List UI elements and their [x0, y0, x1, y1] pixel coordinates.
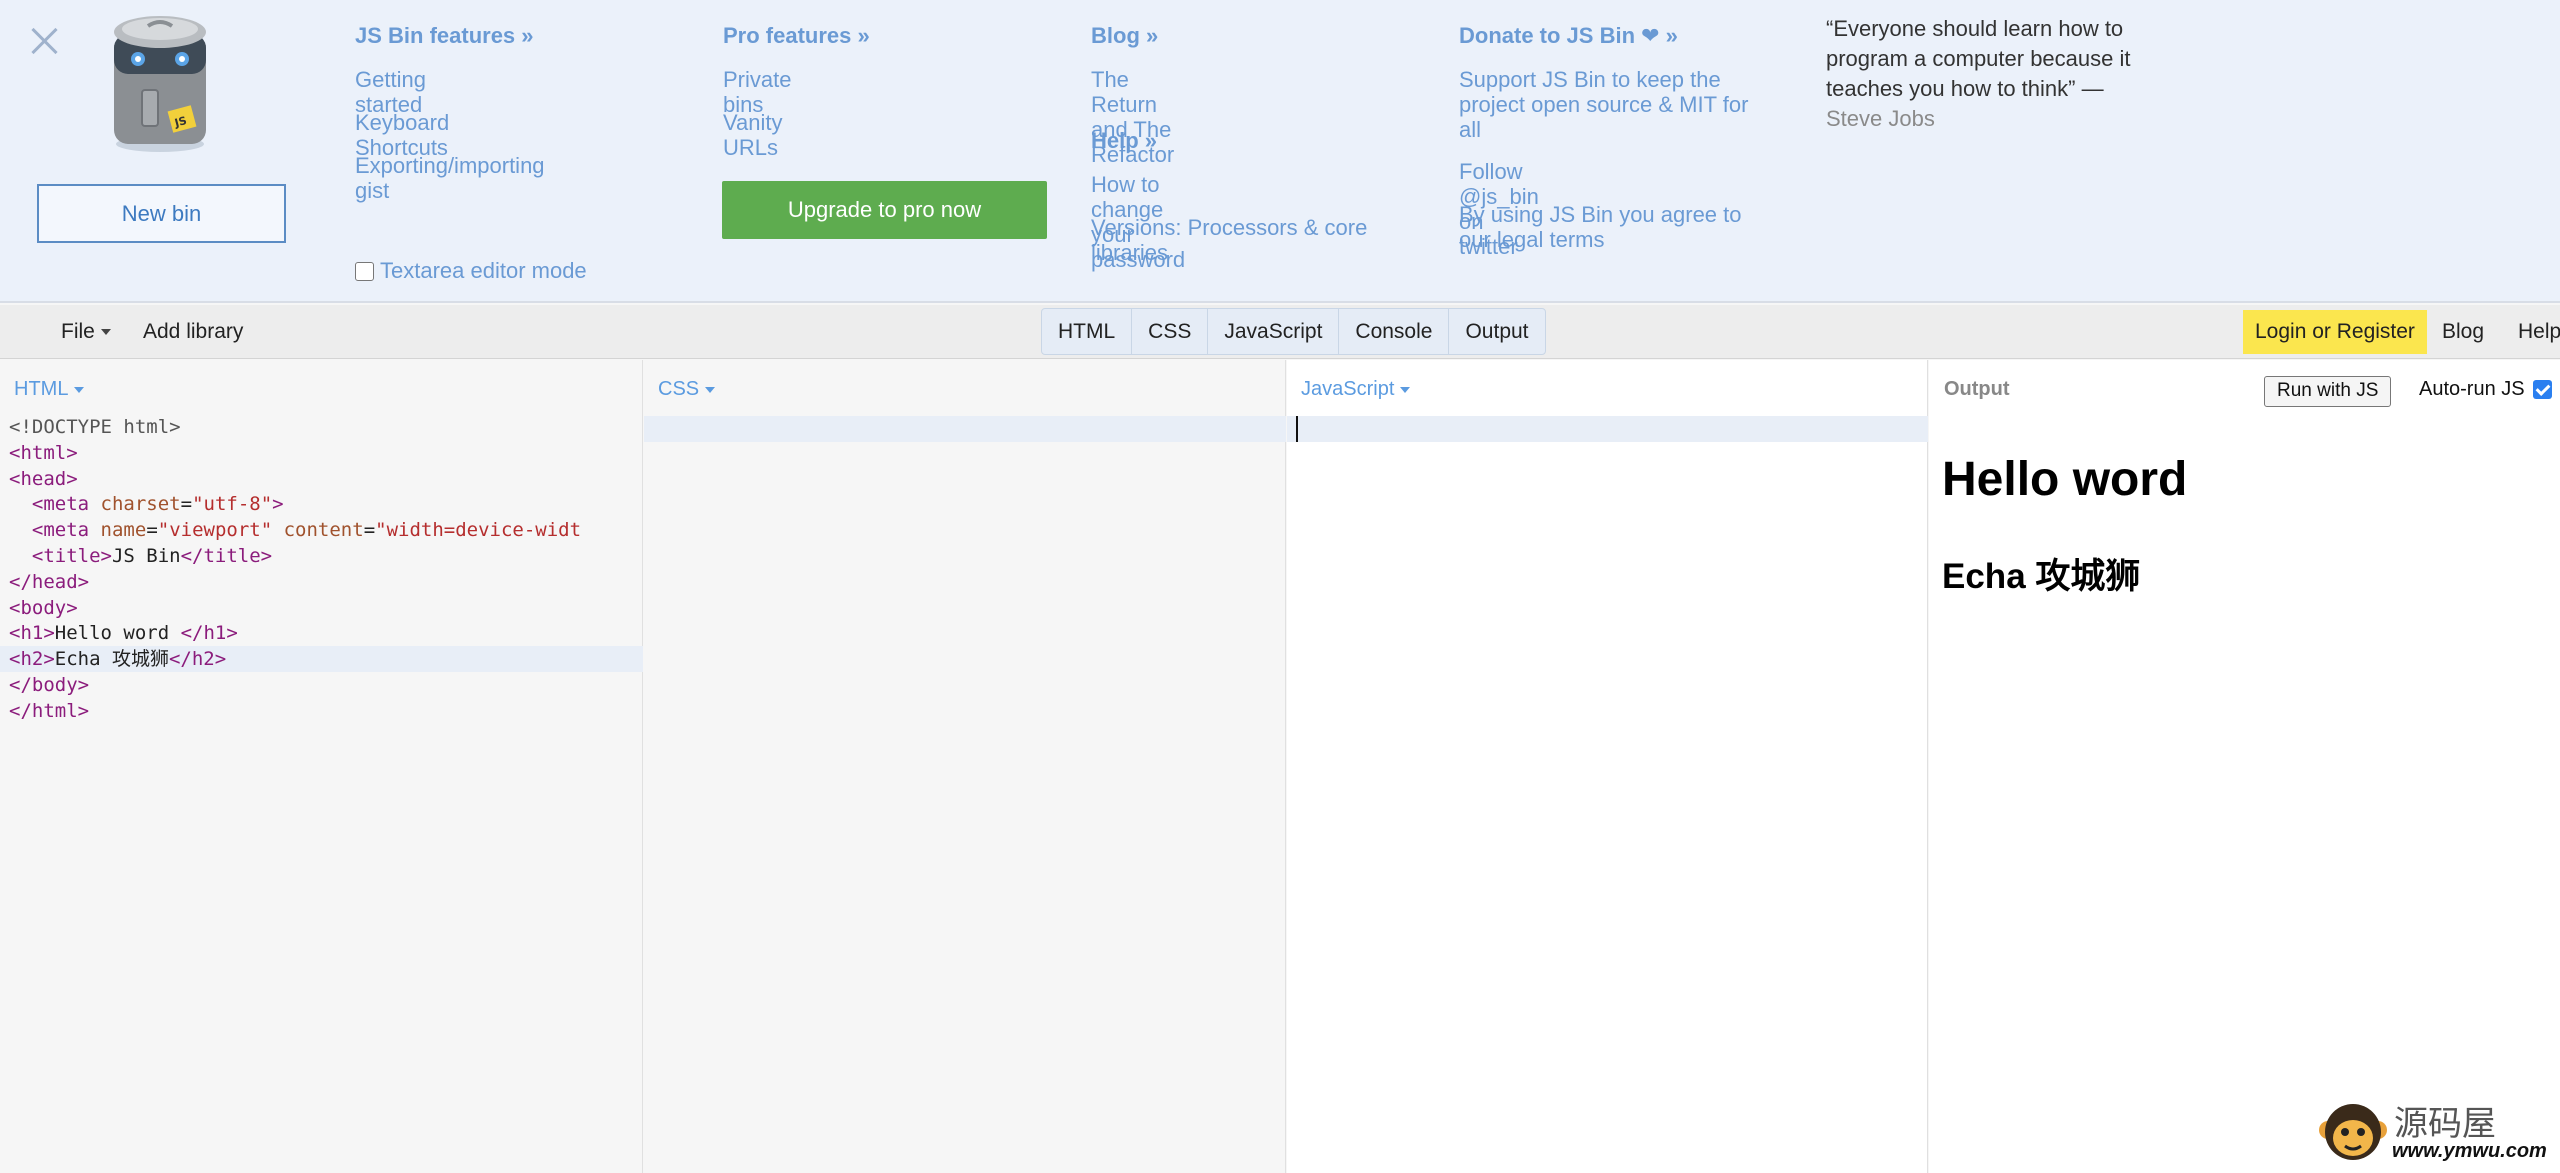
chevron-down-icon	[1400, 386, 1411, 393]
code-h1-text: Hello word	[54, 622, 181, 645]
tab-javascript[interactable]: JavaScript	[1208, 309, 1340, 354]
html-panel-label-text[interactable]: HTML	[14, 378, 68, 400]
export-gist-link[interactable]: Exporting/importing gist	[355, 153, 545, 203]
panel-tabs: HTML CSS JavaScript Console Output	[1041, 308, 1546, 355]
code-title-text: JS Bin	[111, 544, 181, 567]
tab-output[interactable]: Output	[1449, 309, 1544, 354]
textarea-mode-toggle[interactable]: Textarea editor mode	[355, 258, 587, 284]
output-heading-2: Echa 攻城狮	[1942, 557, 2141, 596]
info-card: JS New bin JS Bin features » Getting sta…	[0, 0, 2560, 303]
javascript-panel[interactable]: JavaScript	[1287, 360, 1928, 1173]
code-doctype: <!DOCTYPE html>	[9, 416, 181, 438]
autorun-checkbox[interactable]	[2532, 380, 2552, 399]
jsbin-logo-icon: JS	[114, 16, 206, 152]
login-register-button[interactable]: Login or Register	[2243, 310, 2427, 354]
help-link[interactable]: Help	[2518, 305, 2560, 359]
css-panel[interactable]: CSS	[644, 360, 1286, 1173]
output-panel-label: Output	[1944, 378, 2010, 400]
tab-css[interactable]: CSS	[1132, 309, 1209, 354]
quote-text: “Everyone should learn how to program a …	[1826, 16, 2131, 101]
active-line-highlight	[644, 416, 1286, 442]
css-panel-label-text[interactable]: CSS	[658, 378, 699, 400]
js-panel-label[interactable]: JavaScript	[1301, 378, 1411, 401]
tab-html[interactable]: HTML	[1042, 309, 1133, 354]
help-heading[interactable]: Help »	[1091, 128, 1157, 154]
chevron-down-icon	[100, 329, 111, 336]
quote-author[interactable]: Steve Jobs	[1826, 104, 2156, 134]
watermark-name: 源码屋	[2394, 1105, 2496, 1143]
blog-heading[interactable]: Blog »	[1091, 23, 1158, 49]
chevron-down-icon	[705, 386, 716, 393]
close-icon[interactable]	[28, 24, 62, 58]
features-heading[interactable]: JS Bin features »	[355, 23, 534, 49]
run-with-js-button[interactable]: Run with JS	[2264, 376, 2392, 407]
css-panel-label[interactable]: CSS	[658, 378, 716, 401]
quote: “Everyone should learn how to program a …	[1826, 14, 2156, 134]
pro-features-heading[interactable]: Pro features »	[723, 23, 870, 49]
output-panel: Output Run with JS Auto-run JS Hello wor…	[1929, 360, 2560, 1173]
chevron-down-icon	[74, 386, 85, 393]
html-panel[interactable]: HTML <!DOCTYPE html> <html> <head> <meta…	[0, 360, 643, 1173]
output-heading-1: Hello word	[1942, 453, 2188, 506]
support-link[interactable]: Support JS Bin to keep the project open …	[1459, 67, 1759, 142]
autorun-toggle[interactable]: Auto-run JS	[2419, 378, 2552, 401]
versions-link[interactable]: Versions: Processors & core libraries	[1091, 215, 1381, 265]
monkey-logo-icon	[2319, 1104, 2387, 1160]
html-code-editor[interactable]: <!DOCTYPE html> <html> <head> <meta char…	[9, 415, 643, 725]
html-panel-label[interactable]: HTML	[14, 378, 85, 401]
toolbar: File Add library HTML CSS JavaScript Con…	[0, 305, 2560, 359]
code-viewport-content: "width=device-widt	[375, 519, 582, 542]
legal-terms-link[interactable]: By using JS Bin you agree to our legal t…	[1459, 202, 1759, 252]
js-panel-label-text[interactable]: JavaScript	[1301, 378, 1394, 400]
textarea-mode-checkbox[interactable]	[355, 261, 374, 281]
textarea-mode-label[interactable]: Textarea editor mode	[380, 258, 587, 284]
add-library-button[interactable]: Add library	[143, 305, 243, 359]
upgrade-button[interactable]: Upgrade to pro now	[722, 181, 1047, 239]
autorun-label[interactable]: Auto-run JS	[2419, 378, 2525, 401]
watermark-url: www.ymwu.com	[2392, 1140, 2547, 1162]
active-line-highlight	[1287, 416, 1928, 442]
vanity-urls-link[interactable]: Vanity URLs	[723, 110, 783, 160]
donate-heading[interactable]: Donate to JS Bin ❤ »	[1459, 23, 1678, 49]
file-menu[interactable]: File	[61, 305, 111, 359]
blog-link[interactable]: Blog	[2442, 305, 2484, 359]
watermark: 源码屋 www.ymwu.com	[2318, 1094, 2554, 1170]
file-menu-label[interactable]: File	[61, 320, 95, 343]
text-cursor	[1296, 416, 1298, 442]
new-bin-button[interactable]: New bin	[37, 184, 286, 243]
tab-console[interactable]: Console	[1339, 309, 1450, 354]
code-h2-text: Echa 攻城狮	[54, 648, 169, 671]
